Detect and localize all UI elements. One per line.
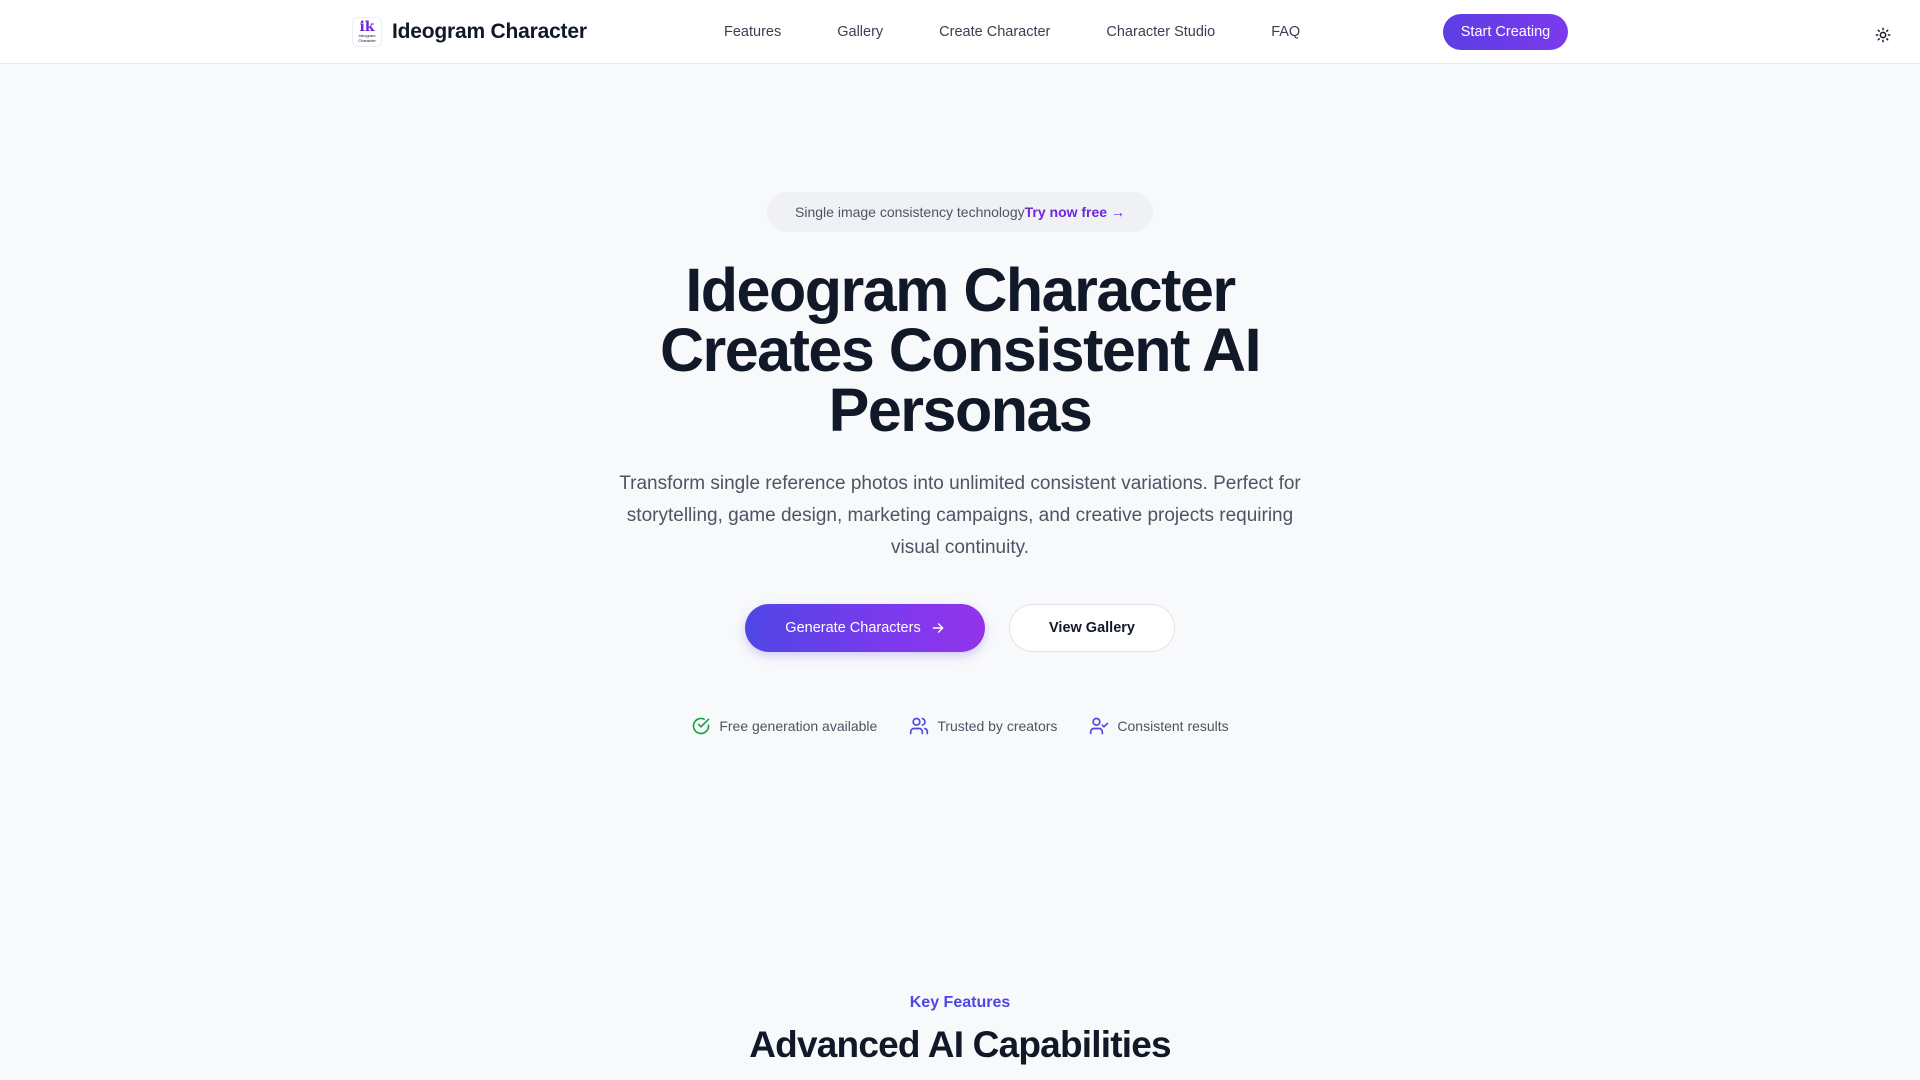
try-now-free-link[interactable]: Try now free →: [1025, 204, 1125, 220]
announcement-text: Single image consistency technology: [795, 204, 1025, 220]
trust-badges: Free generation available Trusted by cre…: [0, 714, 1920, 738]
sun-icon: [1875, 27, 1891, 43]
brand-name: Ideogram Character: [392, 20, 587, 43]
hero-subtitle: Transform single reference photos into u…: [619, 473, 1301, 558]
badge-trusted: Trusted by creators: [909, 716, 1057, 736]
brand-logo: ik Ideogram Character: [352, 17, 382, 47]
arrow-right-icon: [932, 623, 944, 633]
badge-label: Consistent results: [1117, 718, 1229, 734]
hero-title: Ideogram Character Creates Consistent AI…: [560, 256, 1360, 444]
nav-link-character-studio[interactable]: Character Studio: [1106, 24, 1215, 40]
badge-label: Trusted by creators: [937, 718, 1058, 734]
view-gallery-button[interactable]: View Gallery: [1009, 604, 1175, 652]
badge-label: Free generation available: [719, 718, 878, 734]
features-title: Advanced AI Capabilities: [749, 1024, 1171, 1065]
generate-characters-button[interactable]: Generate Characters: [745, 604, 985, 652]
nav-link-faq[interactable]: FAQ: [1271, 24, 1300, 40]
main-nav: Features Gallery Create Character Charac…: [724, 0, 1300, 64]
hero-title-line: Creates Consistent AI: [659, 316, 1262, 384]
features-eyebrow: Key Features: [909, 994, 1011, 1011]
hero-title-line: Ideogram Character: [685, 256, 1236, 324]
user-check-icon: [1090, 717, 1109, 735]
hero-title-line: Personas: [828, 376, 1093, 444]
users-icon: [910, 717, 929, 735]
badge-consistent: Consistent results: [1089, 716, 1229, 736]
generate-characters-label: Generate Characters: [785, 620, 921, 636]
brand-logo-mark: ik: [359, 19, 375, 35]
announcement-pill: Single image consistency technology Try …: [767, 192, 1153, 232]
brand-link[interactable]: ik Ideogram Character Ideogram Character: [352, 16, 587, 48]
nav-link-features[interactable]: Features: [724, 24, 781, 40]
nav-link-gallery[interactable]: Gallery: [837, 24, 883, 40]
brand-logo-text: Ideogram Character: [358, 33, 376, 43]
nav-link-create-character[interactable]: Create Character: [939, 24, 1050, 40]
check-circle-icon: [693, 717, 710, 735]
start-creating-button[interactable]: Start Creating: [1443, 14, 1568, 50]
theme-toggle-button[interactable]: [1874, 26, 1892, 44]
badge-free-generation: Free generation available: [691, 716, 877, 736]
site-header: ik Ideogram Character Ideogram Character…: [0, 0, 1920, 64]
